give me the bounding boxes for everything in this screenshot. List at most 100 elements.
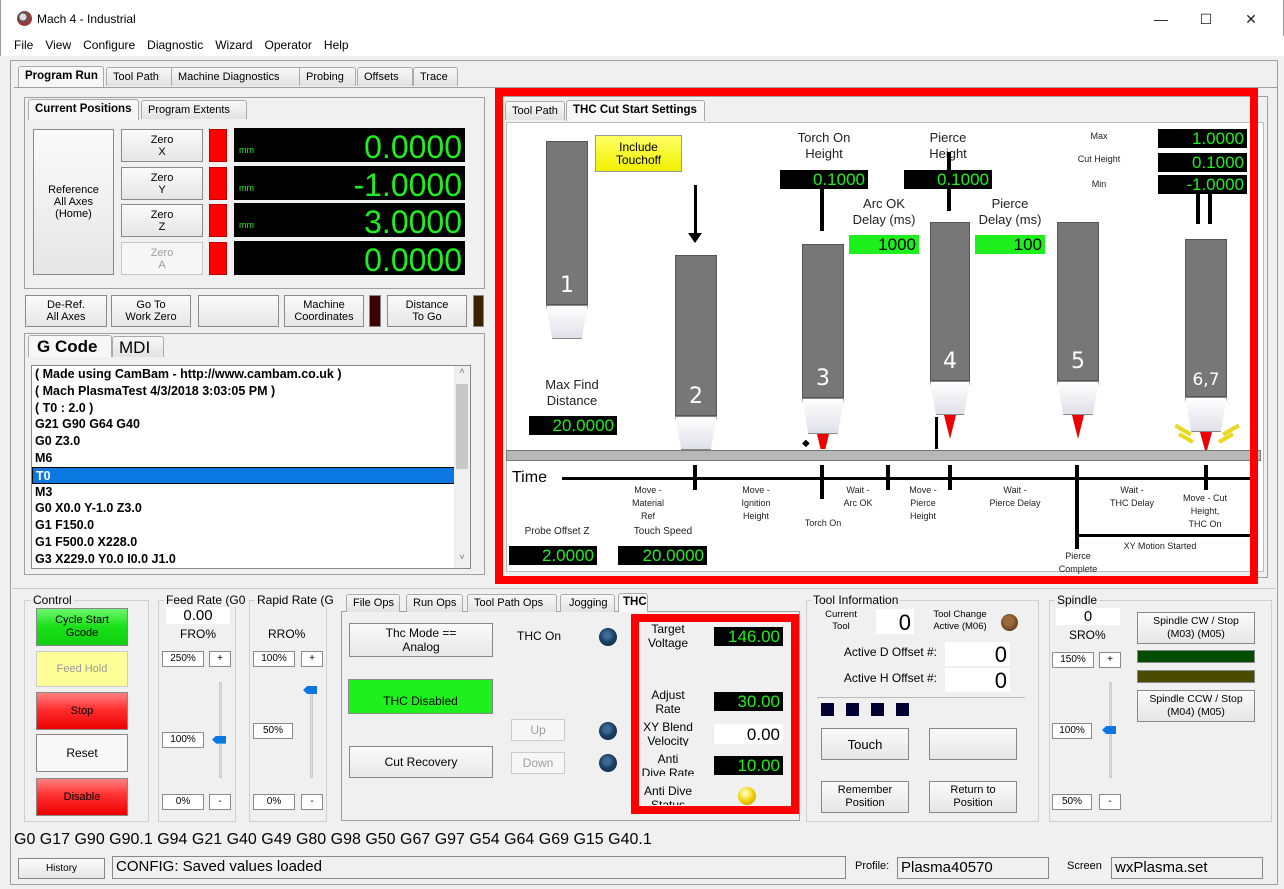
close-button[interactable]: ✕ <box>1236 8 1266 30</box>
z-axis-dro: mm 3.0000 <box>234 203 465 237</box>
tab-run-ops[interactable]: Run Ops <box>406 594 463 612</box>
blank-button[interactable] <box>198 295 279 327</box>
a-value: 0.0000 <box>364 242 462 275</box>
scrollbar-thumb[interactable] <box>456 384 468 469</box>
gcode-line[interactable]: G1 F500.0 X228.0 <box>32 534 470 551</box>
reset-button[interactable]: Reset <box>36 734 128 772</box>
cut-recovery-button[interactable]: Cut Recovery <box>349 746 493 778</box>
fro-max-button[interactable]: 250% <box>162 651 204 667</box>
fro-plus-button[interactable]: + <box>209 651 231 667</box>
current-tool-label: Current Tool <box>825 609 857 632</box>
menu-help[interactable]: Help <box>318 36 355 52</box>
rro-minus-button[interactable]: - <box>301 794 323 810</box>
cycle-start-button[interactable]: Cycle Start Gcode <box>36 608 128 646</box>
sro-plus-button[interactable]: + <box>1099 652 1121 668</box>
feed-hold-button[interactable]: Feed Hold <box>36 651 128 687</box>
gcode-line[interactable]: G0 X0.0 Y-1.0 Z3.0 <box>32 500 470 517</box>
x-value: 0.0000 <box>364 129 462 162</box>
main-tabs: Program Run Tool Path Machine Diagnostic… <box>18 66 478 88</box>
thc-mode-button[interactable]: Thc Mode == Analog <box>349 623 493 657</box>
gcode-line[interactable]: T0 <box>32 466 470 484</box>
fro-minus-button[interactable]: - <box>209 794 231 810</box>
gcode-line[interactable]: G21 G90 G64 G40 <box>32 416 470 433</box>
zero-y-button[interactable]: Zero Y <box>121 167 203 200</box>
tool-blank-button[interactable] <box>929 728 1017 760</box>
menu-wizard[interactable]: Wizard <box>209 36 258 52</box>
touch-button[interactable]: Touch <box>821 728 909 760</box>
menu-diagnostic[interactable]: Diagnostic <box>141 36 209 52</box>
reference-all-axes-button[interactable]: Reference All Axes (Home) <box>33 129 114 275</box>
minimize-button[interactable]: — <box>1146 8 1176 30</box>
menu-operator[interactable]: Operator <box>259 36 318 52</box>
zero-a-button[interactable]: Zero A <box>121 242 203 275</box>
gcode-line[interactable]: M3 <box>32 484 470 501</box>
zero-x-button[interactable]: Zero X <box>121 129 203 162</box>
thc-up-button[interactable]: Up <box>511 719 565 741</box>
tab-tool-path-ops[interactable]: Tool Path Ops <box>467 594 557 612</box>
spindle-cw-button[interactable]: Spindle CW / Stop (M03) (M05) <box>1137 612 1255 644</box>
rro-min-button[interactable]: 0% <box>253 794 295 810</box>
tab-jogging[interactable]: Jogging <box>560 594 615 612</box>
tab-program-run[interactable]: Program Run <box>18 66 104 87</box>
return-to-position-button[interactable]: Return to Position <box>929 781 1017 813</box>
scroll-down-icon[interactable]: ˅ <box>454 552 470 566</box>
status-message: CONFIG: Saved values loaded <box>112 856 846 879</box>
zero-z-button[interactable]: Zero Z <box>121 204 203 237</box>
tab-gcode[interactable]: G Code <box>28 335 112 357</box>
thc-on-led <box>599 628 617 646</box>
rro-label: RRO% <box>268 627 306 641</box>
menu-file[interactable]: File <box>1 36 39 52</box>
gcode-line[interactable]: G1 F150.0 <box>32 517 470 534</box>
machine-coordinates-button[interactable]: Machine Coordinates <box>284 295 364 327</box>
tab-thc[interactable]: THC <box>618 593 648 612</box>
status-square <box>821 703 834 716</box>
sro-minus-button[interactable]: - <box>1099 794 1121 810</box>
divider <box>817 697 1025 698</box>
thc-disabled-button[interactable]: THC Disabled <box>348 679 493 714</box>
y-value: -1.0000 <box>353 167 462 200</box>
tab-probing[interactable]: Probing <box>299 67 356 86</box>
tab-offsets[interactable]: Offsets <box>357 67 413 86</box>
app-icon <box>17 11 32 26</box>
rro-plus-button[interactable]: + <box>301 651 323 667</box>
maximize-button[interactable]: ☐ <box>1191 8 1221 30</box>
profile-value: Plasma40570 <box>897 857 1049 879</box>
gcode-listing[interactable]: ( Made using CamBam - http://www.cambam.… <box>31 365 471 569</box>
sro-min-button[interactable]: 50% <box>1052 794 1092 810</box>
menu-view[interactable]: View <box>39 36 77 52</box>
gcode-line[interactable]: ( Mach PlasmaTest 4/3/2018 3:03:05 PM ) <box>32 383 470 400</box>
gcode-line[interactable]: ( Made using CamBam - http://www.cambam.… <box>32 366 470 383</box>
tab-file-ops[interactable]: File Ops <box>346 594 400 612</box>
gcode-line[interactable]: G3 X229.0 Y0.0 I0.0 J1.0 <box>32 551 470 568</box>
distance-to-go-button[interactable]: Distance To Go <box>387 295 467 327</box>
rro-slider-track[interactable] <box>310 690 313 778</box>
gcode-line[interactable]: ( T0 : 2.0 ) <box>32 400 470 417</box>
gcode-lines: ( Made using CamBam - http://www.cambam.… <box>32 366 470 568</box>
gcode-line[interactable]: M6 <box>32 450 470 467</box>
fro-min-button[interactable]: 0% <box>162 794 204 810</box>
rro-max-button[interactable]: 100% <box>253 651 295 667</box>
sro-100-button[interactable]: 100% <box>1052 723 1092 739</box>
fro-100-button[interactable]: 100% <box>162 732 204 748</box>
fro-slider-track[interactable] <box>219 682 222 778</box>
disable-button[interactable]: Disable <box>36 778 128 816</box>
remember-position-button[interactable]: Remember Position <box>821 781 909 813</box>
deref-all-axes-button[interactable]: De-Ref. All Axes <box>25 295 107 327</box>
y-axis-dro: mm -1.0000 <box>234 166 465 200</box>
go-to-work-zero-button[interactable]: Go To Work Zero <box>111 295 191 327</box>
rro-50-button[interactable]: 50% <box>253 723 293 739</box>
tab-mdi[interactable]: MDI <box>112 336 164 357</box>
gcode-scrollbar[interactable]: ˄ ˅ <box>454 366 470 568</box>
tab-current-positions[interactable]: Current Positions <box>28 99 139 120</box>
gcode-line[interactable]: G0 Z3.0 <box>32 433 470 450</box>
thc-down-button[interactable]: Down <box>511 752 565 774</box>
scroll-up-icon[interactable]: ˄ <box>454 366 470 380</box>
stop-button[interactable]: Stop <box>36 692 128 730</box>
spindle-ccw-button[interactable]: Spindle CCW / Stop (M04) (M05) <box>1137 690 1255 722</box>
tab-program-extents[interactable]: Program Extents <box>141 100 247 119</box>
tab-trace[interactable]: Trace <box>413 67 458 86</box>
menu-configure[interactable]: Configure <box>77 36 141 52</box>
history-button[interactable]: History <box>18 858 105 879</box>
sro-max-button[interactable]: 150% <box>1052 652 1094 668</box>
tab-machine-diagnostics[interactable]: Machine Diagnostics <box>171 67 303 86</box>
